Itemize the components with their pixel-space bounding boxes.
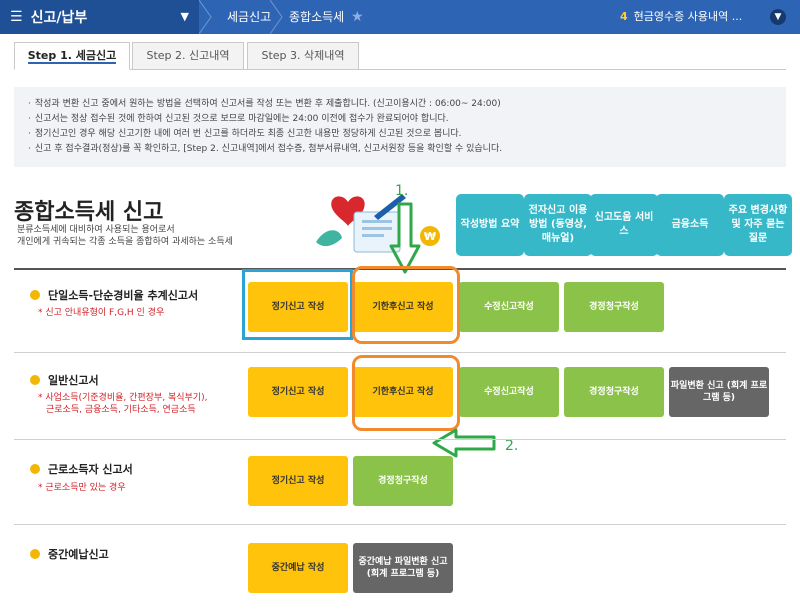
guide-line: 신고 후 접수결과(정상)를 꼭 확인하고, [Step 2. 신고내역]에서 … [28, 142, 772, 157]
annotation-left-arrow-icon [432, 428, 496, 458]
interim-file-conversion-button[interactable]: 중간예납 파일변환 신고 (회계 프로그램 등) [353, 543, 453, 593]
section-note-line: 근로소득, 금융소득, 기타소득, 연금소득 [46, 405, 196, 415]
section-divider [14, 352, 786, 353]
section-note: * 근로소득만 있는 경우 [38, 483, 126, 493]
guide-box: 작성과 변환 신고 중에서 원하는 방법을 선택하여 신고서를 작성 또는 변환… [14, 87, 786, 167]
efiling-guide-button[interactable]: 전자신고 이용방법 (동영상, 매뉴얼) [524, 194, 592, 256]
faq-button[interactable]: 주요 변경사항 및 자주 묻는 질문 [724, 194, 792, 256]
section-bullet-icon [30, 464, 40, 474]
section-note-line: * 사업소득(기준경비율, 간편장부, 복식부기), [38, 393, 208, 403]
amended-filing-button[interactable]: 수정신고작성 [459, 367, 559, 417]
hamburger-icon: ☰ [10, 9, 23, 25]
notice-ticker[interactable]: 4 현금영수증 사용내역 ... [620, 0, 742, 34]
menu-dropdown[interactable]: ☰ 신고/납부 ▼ [0, 0, 199, 34]
page-title: 종합소득세 신고 [14, 200, 164, 225]
notice-number: 4 [620, 10, 628, 23]
section-note: * 신고 안내유형이 F,G,H 인 경우 [38, 308, 165, 318]
section-title-interim-prepayment: 중간예납신고 [30, 546, 109, 562]
breadcrumb-separator-icon [199, 0, 212, 34]
guide-line: 작성과 변환 신고 중에서 원하는 방법을 선택하여 신고서를 작성 또는 변환… [28, 97, 772, 112]
tab-step3-label: Step 3. 삭제내역 [261, 49, 345, 62]
notice-expand-icon[interactable]: ▼ [770, 9, 786, 25]
breadcrumb-separator-icon [270, 0, 283, 34]
highlight-box-orange [352, 355, 460, 431]
refund-claim-button[interactable]: 경정청구작성 [564, 282, 664, 332]
tab-step1-label: Step 1. 세금신고 [27, 49, 117, 64]
section-title-text: 단일소득-단순경비율 추계신고서 [48, 289, 199, 302]
highlight-box-orange [352, 266, 460, 344]
section-title-simple-estimate: 단일소득-단순경비율 추계신고서 [30, 287, 198, 303]
section-title-wage-earner: 근로소득자 신고서 [30, 461, 133, 477]
menu-label: 신고/납부 [30, 10, 88, 26]
guide-line: 정기신고인 경우 해당 신고기한 내에 여러 번 신고를 하더라도 최종 신고한… [28, 127, 772, 142]
subtitle-line: 분류소득세에 대비하여 사용되는 용어로서 [17, 225, 175, 235]
regular-filing-button[interactable]: 정기신고 작성 [248, 456, 348, 506]
financial-income-button[interactable]: 금융소득 [656, 194, 724, 256]
section-bullet-icon [30, 549, 40, 559]
annotation-down-arrow-icon [389, 202, 421, 274]
subtitle-line: 개인에게 귀속되는 각종 소득을 종합하여 과세하는 소득세 [17, 237, 233, 247]
section-title-text: 일반신고서 [48, 374, 99, 387]
caret-down-icon: ▼ [180, 10, 189, 23]
writing-guide-button[interactable]: 작성방법 요약 [456, 194, 524, 256]
top-nav-bar: ☰ 신고/납부 ▼ 세금신고 종합소득세 ★ 4 현금영수증 사용내역 ... ▼ [0, 0, 800, 34]
section-bullet-icon [30, 290, 40, 300]
highlight-box-blue [242, 269, 353, 340]
section-divider [14, 439, 786, 440]
tab-step2-label: Step 2. 신고내역 [146, 49, 230, 62]
tab-step1[interactable]: Step 1. 세금신고 [14, 42, 130, 70]
tab-step2[interactable]: Step 2. 신고내역 [132, 42, 244, 70]
section-divider [14, 524, 786, 525]
section-title-text: 중간예납신고 [48, 548, 109, 561]
section-title-general: 일반신고서 [30, 372, 99, 388]
interim-prepayment-button[interactable]: 중간예납 작성 [248, 543, 348, 593]
tax-report-illustration-icon: ₩ [316, 194, 440, 253]
annotation-number: 1. [395, 183, 409, 199]
page-subtitle: 분류소득세에 대비하여 사용되는 용어로서 개인에게 귀속되는 각종 소득을 종… [17, 224, 233, 248]
breadcrumb-item-income-tax[interactable]: 종합소득세 [289, 0, 344, 34]
section-note: * 사업소득(기준경비율, 간편장부, 복식부기), 근로소득, 금융소득, 기… [38, 392, 207, 416]
regular-filing-button[interactable]: 정기신고 작성 [248, 367, 348, 417]
favorite-star-icon[interactable]: ★ [351, 9, 364, 25]
svg-text:₩: ₩ [424, 230, 436, 243]
breadcrumb-item-tax-report[interactable]: 세금신고 [227, 0, 271, 34]
amended-filing-button[interactable]: 수정신고작성 [459, 282, 559, 332]
section-title-text: 근로소득자 신고서 [48, 463, 133, 476]
notice-text: 현금영수증 사용내역 ... [633, 10, 743, 23]
guide-line: 신고서는 정상 접수된 것에 한하여 신고된 것으로 보므로 마감일에는 24:… [28, 112, 772, 127]
section-bullet-icon [30, 375, 40, 385]
refund-claim-button[interactable]: 경정청구작성 [353, 456, 453, 506]
tab-step3[interactable]: Step 3. 삭제내역 [247, 42, 359, 70]
refund-claim-button[interactable]: 경정청구작성 [564, 367, 664, 417]
filing-help-button[interactable]: 신고도움 서비스 [590, 194, 658, 256]
annotation-number: 2. [505, 438, 519, 454]
file-conversion-button[interactable]: 파일변환 신고 (회계 프로그램 등) [669, 367, 769, 417]
